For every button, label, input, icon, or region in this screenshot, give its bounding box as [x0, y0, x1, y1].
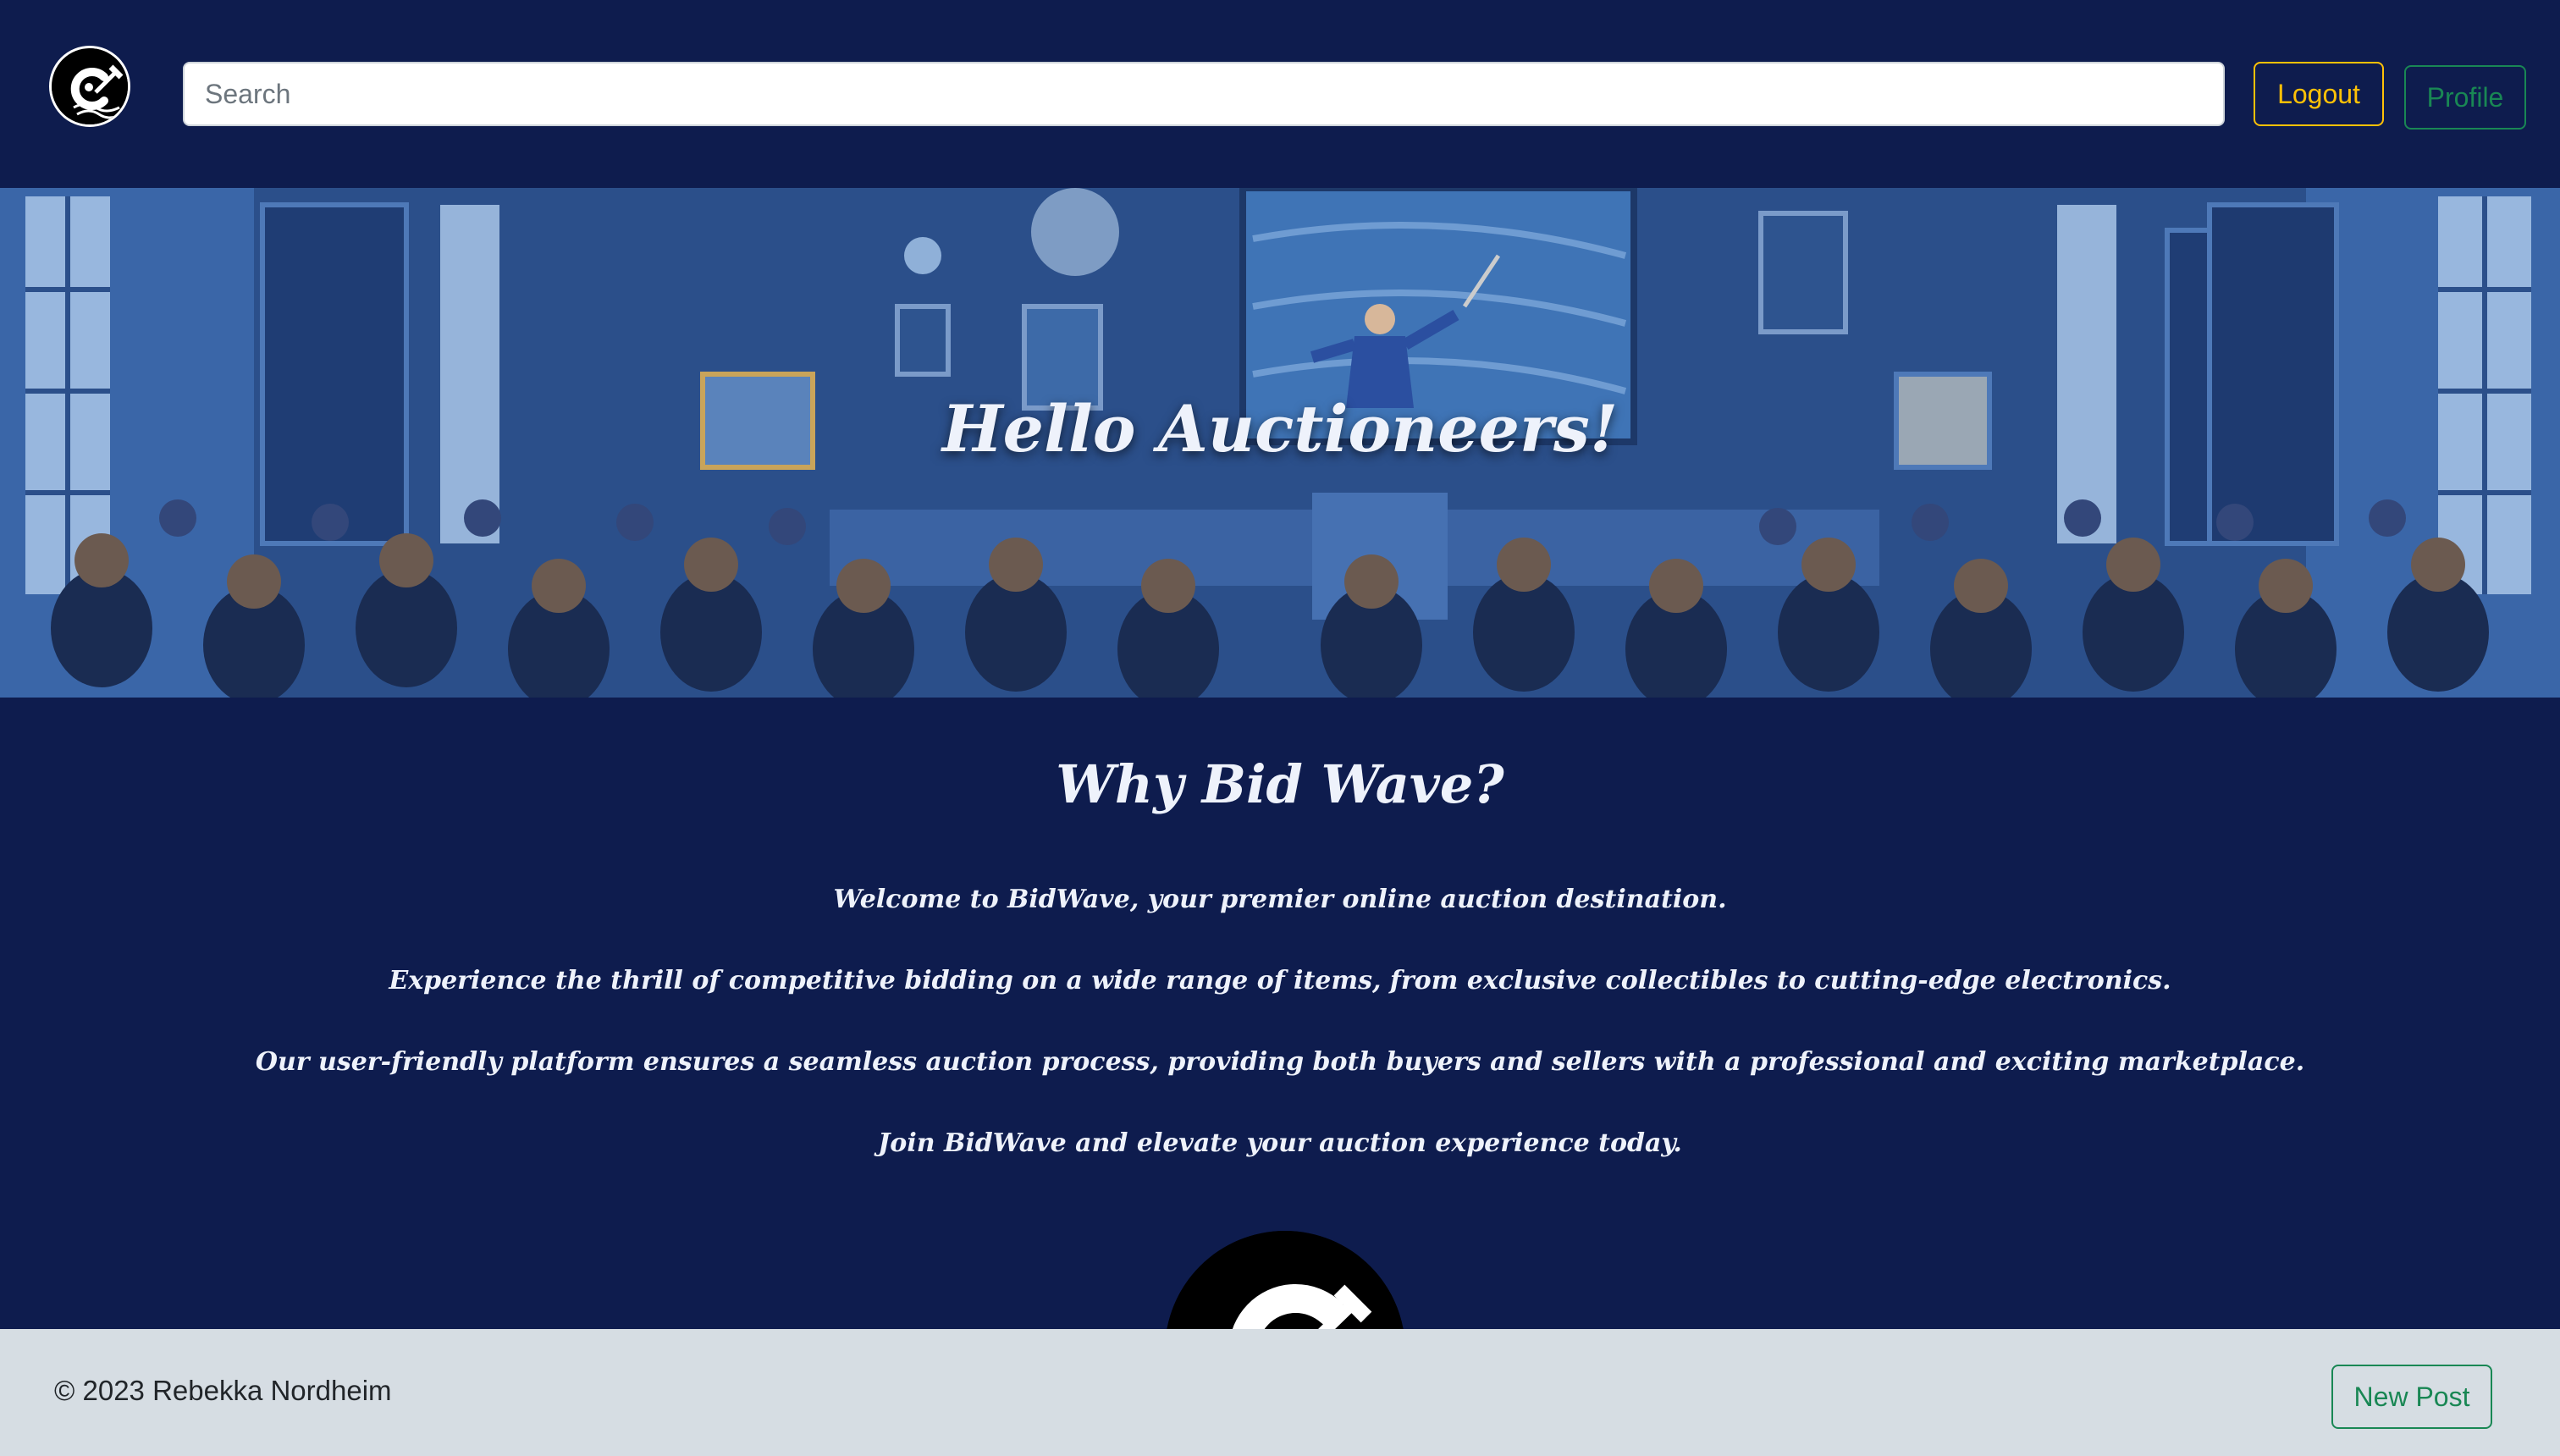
about-paragraph-4: Join BidWave and elevate your auction ex… — [878, 1128, 1682, 1158]
page: Logout Profile — [0, 0, 2560, 1456]
footer: © 2023 Rebekka Nordheim New Post — [0, 1329, 2560, 1456]
header: Logout Profile — [0, 0, 2560, 188]
hero-banner: Hello Auctioneers! — [0, 188, 2560, 698]
about-paragraph-3: Our user-friendly platform ensures a sea… — [255, 1047, 2305, 1077]
about-paragraph-1: Welcome to BidWave, your premier online … — [833, 885, 1727, 914]
logout-button[interactable]: Logout — [2254, 62, 2384, 126]
copyright-text: © 2023 Rebekka Nordheim — [54, 1375, 392, 1406]
hero-title: Hello Auctioneers! — [941, 391, 1619, 466]
about-paragraph-2: Experience the thrill of competitive bid… — [389, 966, 2171, 995]
bidwave-logo-icon[interactable] — [49, 46, 130, 127]
profile-button[interactable]: Profile — [2404, 65, 2526, 130]
search-input[interactable] — [183, 62, 2225, 126]
why-title: Why Bid Wave? — [1056, 753, 1504, 815]
new-post-button[interactable]: New Post — [2331, 1365, 2492, 1429]
